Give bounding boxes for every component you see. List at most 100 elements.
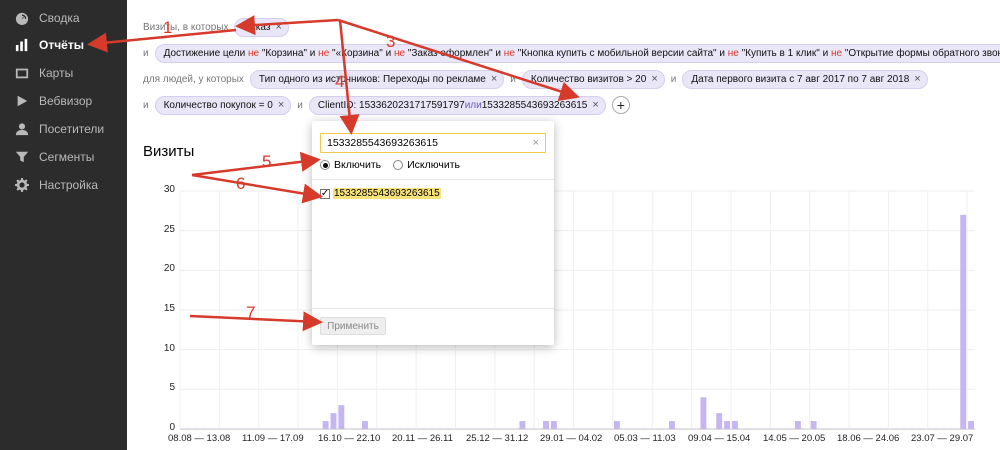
sidebar-item-maps[interactable]: Карты xyxy=(0,59,127,87)
chart-bar[interactable] xyxy=(574,428,581,429)
chart-bar[interactable] xyxy=(653,428,660,429)
chart-bar[interactable] xyxy=(779,428,786,429)
clientid-search-input[interactable]: 1533285543693263615 × xyxy=(320,133,546,153)
sidebar-item-settings[interactable]: Настройка xyxy=(0,171,127,199)
chart-bar[interactable] xyxy=(905,428,912,429)
chart-bar[interactable] xyxy=(204,428,211,429)
chart-bar[interactable] xyxy=(495,428,502,429)
close-icon[interactable]: × xyxy=(914,73,920,85)
chart-bar[interactable] xyxy=(913,428,919,429)
chart-bar[interactable] xyxy=(464,428,471,429)
filter-chip-visit-count[interactable]: Количество визитов > 20 × xyxy=(521,69,665,89)
sidebar-item-webvisor[interactable]: Вебвизор xyxy=(0,87,127,115)
chart-bar[interactable] xyxy=(417,428,424,429)
chart-bar[interactable] xyxy=(550,421,557,429)
chart-bar[interactable] xyxy=(299,428,305,429)
chart-bar[interactable] xyxy=(865,428,872,429)
chart-bar[interactable] xyxy=(818,428,825,429)
checkbox-checked[interactable]: ✓ xyxy=(320,188,330,199)
chart-bar[interactable] xyxy=(952,428,959,429)
chart-bar[interactable] xyxy=(960,214,967,429)
chart-bar[interactable] xyxy=(527,428,534,429)
chart-bar[interactable] xyxy=(606,428,612,429)
close-icon[interactable]: × xyxy=(592,99,598,111)
chart-bar[interactable] xyxy=(810,421,817,429)
chart-bar[interactable] xyxy=(842,428,849,429)
sidebar-item-visitors[interactable]: Посетители xyxy=(0,115,127,143)
chart-bar[interactable] xyxy=(535,428,542,429)
exclude-radio[interactable] xyxy=(393,160,404,170)
chart-bar[interactable] xyxy=(503,428,510,429)
chart-bar[interactable] xyxy=(944,428,951,429)
chart-bar[interactable] xyxy=(220,428,227,429)
filter-chip-clientid[interactable]: ClientID: 1533620231717591797 или 153328… xyxy=(308,95,606,115)
chart-bar[interactable] xyxy=(472,428,479,429)
chart-bar[interactable] xyxy=(354,428,361,429)
chart-bar[interactable] xyxy=(598,428,605,429)
filter-chip-source[interactable]: Тип одного из источников: Переходы по ре… xyxy=(249,69,505,89)
chart-bar[interactable] xyxy=(936,428,943,429)
chart-bar[interactable] xyxy=(747,428,754,429)
chart-bar[interactable] xyxy=(928,428,935,429)
chart-bar[interactable] xyxy=(448,428,455,429)
sidebar-item-summary[interactable]: Сводка xyxy=(0,4,127,32)
chart-bar[interactable] xyxy=(794,421,801,429)
chart-bar[interactable] xyxy=(637,428,644,429)
chart-bar[interactable] xyxy=(669,421,675,429)
chart-bar[interactable] xyxy=(645,428,652,429)
chart-bar[interactable] xyxy=(275,428,282,429)
apply-button[interactable]: Применить xyxy=(320,317,386,335)
chart-bar[interactable] xyxy=(613,421,620,429)
chart-bar[interactable] xyxy=(346,428,353,429)
chart-bar[interactable] xyxy=(338,405,345,429)
chart-bar[interactable] xyxy=(566,428,573,429)
chart-bar[interactable] xyxy=(771,428,778,429)
include-radio[interactable] xyxy=(320,160,330,170)
chart-bar[interactable] xyxy=(228,428,235,429)
chart-bar[interactable] xyxy=(857,428,864,429)
chart-bar[interactable] xyxy=(519,421,526,429)
chart-bar[interactable] xyxy=(456,428,463,429)
chart-bar[interactable] xyxy=(700,397,707,429)
chart-bar[interactable] xyxy=(873,428,880,429)
chart-bar[interactable] xyxy=(401,428,408,429)
chart-bar[interactable] xyxy=(621,428,628,429)
chart-bar[interactable] xyxy=(236,428,242,429)
chart-bar[interactable] xyxy=(558,428,565,429)
chart-bar[interactable] xyxy=(968,421,974,429)
chart-bar[interactable] xyxy=(661,428,668,429)
chart-bar[interactable] xyxy=(259,428,266,429)
chart-bar[interactable] xyxy=(212,428,219,429)
add-condition-button[interactable]: + xyxy=(611,96,630,114)
chart-bar[interactable] xyxy=(582,428,589,429)
chart-bar[interactable] xyxy=(385,428,392,429)
chart-bar[interactable] xyxy=(920,428,927,429)
chart-bar[interactable] xyxy=(409,428,416,429)
chart-bar[interactable] xyxy=(889,428,896,429)
chart-bar[interactable] xyxy=(487,428,494,429)
chart-bar[interactable] xyxy=(425,428,431,429)
chart-bar[interactable] xyxy=(362,421,368,429)
chart-bar[interactable] xyxy=(306,428,313,429)
sidebar-item-reports[interactable]: Отчёты xyxy=(0,31,127,59)
chart-bar[interactable] xyxy=(731,421,738,429)
close-icon[interactable]: × xyxy=(275,21,281,33)
close-icon[interactable]: × xyxy=(651,73,657,85)
chart-bar[interactable] xyxy=(708,428,715,429)
chart-bar[interactable] xyxy=(684,428,691,429)
chart-bar[interactable] xyxy=(393,428,400,429)
close-icon[interactable]: × xyxy=(278,99,284,111)
filter-chip-bounce[interactable]: Отказ × xyxy=(234,17,289,37)
chart-bar[interactable] xyxy=(314,428,321,429)
chart-bar[interactable] xyxy=(432,428,439,429)
chart-bar[interactable] xyxy=(676,428,683,429)
chart-bar[interactable] xyxy=(330,413,337,429)
chart-bar[interactable] xyxy=(826,428,833,429)
exclude-label[interactable]: Исключить xyxy=(407,159,460,171)
chart-bar[interactable] xyxy=(787,428,793,429)
chart-bar[interactable] xyxy=(629,428,636,429)
chart-bar[interactable] xyxy=(543,421,549,429)
chart-bar[interactable] xyxy=(283,428,290,429)
chart-bar[interactable] xyxy=(834,428,841,429)
chart-bar[interactable] xyxy=(291,428,298,429)
